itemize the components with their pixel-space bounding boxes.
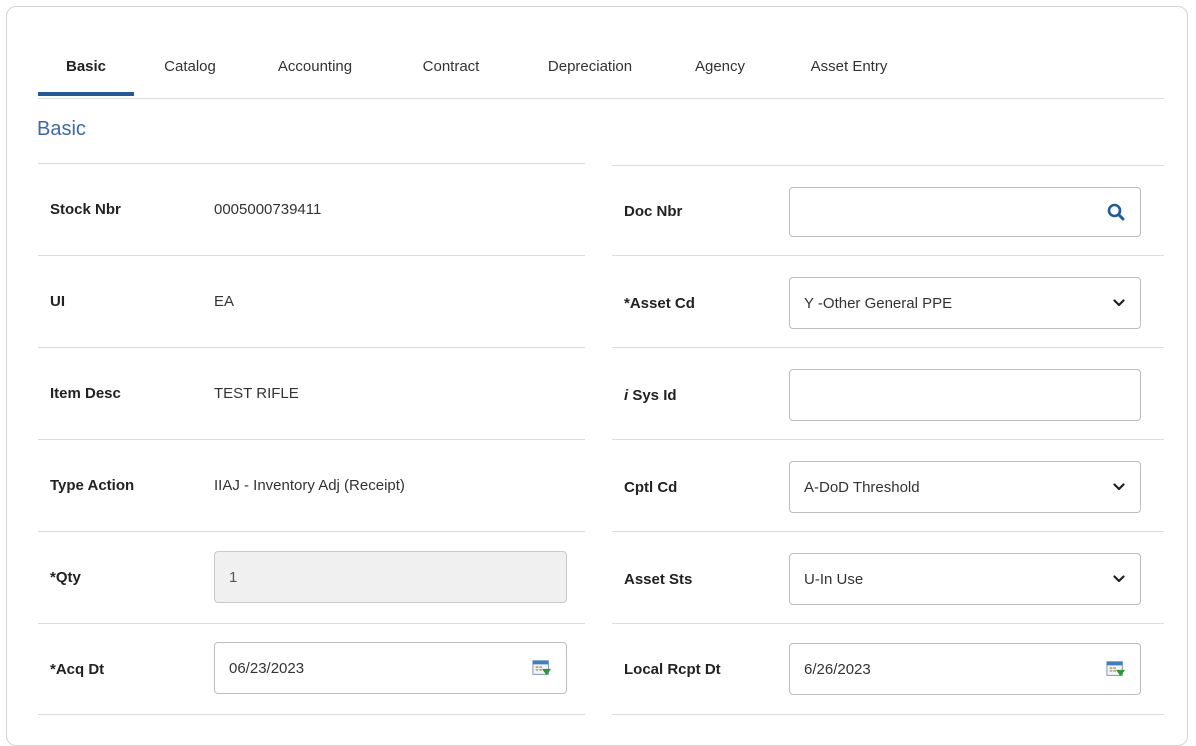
tab-contract[interactable]: Contract: [410, 46, 492, 96]
divider: [612, 439, 1164, 440]
divider: [612, 255, 1164, 256]
tab-catalog[interactable]: Catalog: [154, 46, 226, 96]
chevron-down-icon: [1112, 296, 1126, 310]
divider: [38, 163, 585, 164]
tab-depreciation[interactable]: Depreciation: [534, 46, 646, 96]
acq-dt-value: 06/23/2023: [229, 659, 305, 677]
asset-sts-label: Asset Sts: [624, 571, 693, 588]
qty-field[interactable]: 1: [214, 551, 567, 603]
acq-dt-field[interactable]: 06/23/2023: [214, 642, 567, 694]
chevron-down-icon: [1112, 480, 1126, 494]
qty-label: *Qty: [50, 569, 81, 586]
divider: [612, 165, 1164, 166]
divider: [38, 714, 585, 715]
stock-nbr-label: Stock Nbr: [50, 201, 121, 218]
divider: [38, 347, 585, 348]
stock-nbr-value: 0005000739411: [214, 201, 322, 218]
cptl-cd-value: A-DoD Threshold: [804, 478, 920, 496]
divider: [612, 714, 1164, 715]
local-rcpt-dt-label: Local Rcpt Dt: [624, 661, 721, 678]
divider: [612, 347, 1164, 348]
ui-value: EA: [214, 293, 235, 310]
tab-accounting[interactable]: Accounting: [264, 46, 366, 96]
asset-sts-select[interactable]: U-In Use: [789, 553, 1141, 605]
divider: [38, 255, 585, 256]
divider: [38, 623, 585, 624]
sys-id-input[interactable]: [789, 369, 1141, 421]
asset-cd-select[interactable]: Y -Other General PPE: [789, 277, 1141, 329]
item-desc-label: Item Desc: [50, 385, 121, 402]
cptl-cd-label: Cptl Cd: [624, 479, 678, 496]
sys-id-label: i Sys Id: [624, 387, 677, 404]
divider: [38, 439, 585, 440]
asset-cd-label: *Asset Cd: [624, 295, 695, 312]
item-desc-value: TEST RIFLE: [214, 385, 299, 402]
asset-sts-value: U-In Use: [804, 570, 864, 588]
doc-nbr-label: Doc Nbr: [624, 203, 683, 220]
tab-basic[interactable]: Basic: [38, 46, 134, 96]
local-rcpt-dt-value: 6/26/2023: [804, 660, 871, 678]
sys-id-label-text: Sys Id: [628, 387, 677, 404]
tab-bar: Basic Catalog Accounting Contract Deprec…: [38, 46, 1164, 99]
local-rcpt-dt-field[interactable]: 6/26/2023: [789, 643, 1141, 695]
type-action-value: IIAJ - Inventory Adj (Receipt): [214, 477, 405, 494]
type-action-label: Type Action: [50, 477, 135, 494]
acq-dt-label: *Acq Dt: [50, 661, 105, 678]
ui-label: UI: [50, 293, 65, 310]
search-icon[interactable]: [1106, 202, 1126, 222]
divider: [612, 531, 1164, 532]
section-title: Basic: [37, 118, 86, 140]
divider: [38, 531, 585, 532]
asset-cd-value: Y -Other General PPE: [804, 294, 953, 312]
cptl-cd-select[interactable]: A-DoD Threshold: [789, 461, 1141, 513]
calendar-icon[interactable]: [1106, 659, 1126, 679]
tab-agency[interactable]: Agency: [684, 46, 756, 96]
tab-asset-entry[interactable]: Asset Entry: [796, 46, 902, 96]
qty-value: 1: [229, 568, 238, 586]
doc-nbr-input[interactable]: [789, 187, 1141, 237]
chevron-down-icon: [1112, 572, 1126, 586]
divider: [612, 623, 1164, 624]
calendar-icon[interactable]: [532, 658, 552, 678]
